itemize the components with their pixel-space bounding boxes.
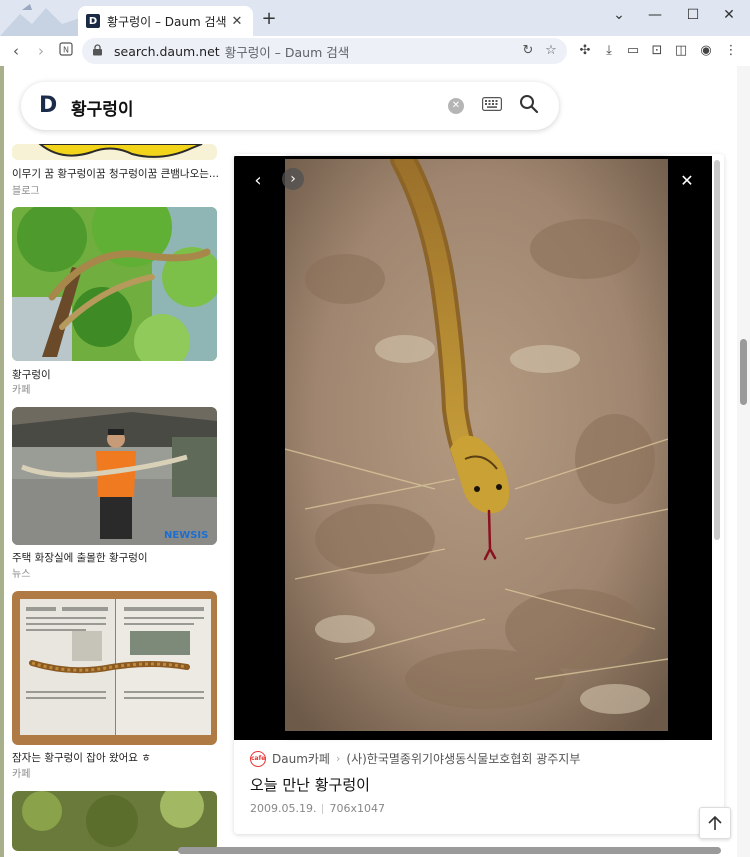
side-panel-icon[interactable]: ◫ [672,42,690,60]
back-arrow-icon[interactable]: ‹ [6,41,26,61]
previous-image-icon[interactable]: ‹ [248,170,268,192]
new-tab-button[interactable]: + [258,8,280,30]
clear-search-icon[interactable]: ✕ [448,98,464,114]
maximize-button[interactable]: ☐ [680,5,706,25]
address-bar[interactable]: search.daum.net 황구렁이 – Daum 검색 ↻ ☆ [82,38,567,64]
more-menu-icon[interactable]: ⋮ [722,42,740,60]
page-scrollbar-thumb[interactable] [740,339,747,405]
tab-search-chevron-icon[interactable]: ⌄ [606,5,632,25]
viewer-scrollbar[interactable] [714,160,720,540]
tab-close-icon[interactable]: ✕ [229,14,245,29]
snake-photo[interactable] [285,159,668,731]
page-scrollbar-track[interactable] [737,66,750,857]
url-domain: search.daum.net [114,43,220,59]
daum-logo-icon[interactable]: D [39,94,63,118]
bookmark-star-icon[interactable]: ☆ [542,42,560,60]
browser-toolbar: ‹ › N search.daum.net 황구렁이 – Daum 검색 ↻ ☆… [0,36,750,66]
image-size: 706x1047 [329,802,385,815]
result-thumbnail[interactable] [12,207,217,361]
theme-decoration [0,4,80,36]
site-info-icon[interactable]: N [56,41,76,61]
scroll-top-button[interactable] [699,807,731,839]
result-thumbnail[interactable]: NEWSIS [12,407,217,545]
result-thumbnail[interactable] [12,591,217,745]
extensions-icon[interactable]: ✣ [576,42,594,60]
keyboard-icon[interactable] [481,96,503,116]
search-input[interactable]: 황구렁이 [71,95,134,120]
horizontal-scrollbar-thumb[interactable] [178,847,721,854]
image-title[interactable]: 오늘 만난 황구렁이 [250,774,370,795]
next-image-icon[interactable]: › [282,168,304,190]
tab-title: 황구렁이 – Daum 검색 [107,14,227,29]
close-window-button[interactable]: ✕ [716,5,742,25]
newsis-watermark: NEWSIS [164,530,208,541]
image-source-row[interactable]: cafe Daum카페 › (사)한국멸종위기야생동식물보호협회 광주지부 [250,750,580,767]
reload-icon[interactable]: ↻ [519,42,537,60]
result-caption[interactable]: 이무기 꿈 황구렁이꿈 청구렁이꿈 큰뱀나오는... [12,166,227,181]
url-path: 황구렁이 – Daum 검색 [224,44,350,60]
image-date: 2009.05.19. [250,802,317,815]
browser-tab-bar: D 황구렁이 – Daum 검색 ✕ + ⌄ — ☐ ✕ [0,0,750,36]
lock-icon [92,43,106,59]
result-thumbnail[interactable] [12,144,217,160]
minimize-button[interactable]: — [642,5,668,25]
image-meta: 2009.05.19. 706x1047 [250,802,385,815]
page-content: D 황구렁이 ✕ 이무기 꿈 황구렁이꿈 청구렁이꿈 큰뱀나오는... 블로그 [0,66,750,857]
meta-divider [322,803,324,814]
forward-arrow-icon[interactable]: › [31,41,51,61]
result-source: 카페 [12,769,31,780]
result-caption[interactable]: 황구렁이 [12,367,227,382]
result-source: 카페 [12,385,31,396]
result-caption[interactable]: 잠자는 황구렁이 잡아 왔어요 ㅎ [12,750,227,765]
result-source: 블로그 [12,186,40,197]
search-box: D 황구렁이 ✕ [21,82,559,130]
result-caption[interactable]: 주택 화장실에 출몰한 황구렁이 [12,550,227,565]
daum-cafe-icon: cafe [250,750,266,767]
left-edge-strip [0,66,4,857]
svg-text:N: N [63,46,69,55]
result-source: 뉴스 [12,569,31,580]
screenshot-icon[interactable]: ⊡ [648,42,666,60]
breadcrumb-separator: › [335,752,341,765]
result-thumbnail[interactable] [12,791,217,851]
profile-icon[interactable]: ◉ [697,42,715,60]
cafe-name[interactable]: (사)한국멸종위기야생동식물보호협회 광주지부 [346,750,580,767]
search-icon[interactable] [518,94,540,116]
download-icon[interactable]: ⤓ [600,42,618,60]
source-name[interactable]: Daum카페 [272,750,330,767]
close-viewer-icon[interactable]: ✕ [677,170,697,192]
viewer-image-area: ‹ › ✕ [234,156,712,740]
browser-tab-active[interactable]: D 황구렁이 – Daum 검색 ✕ [78,6,253,36]
video-icon[interactable]: ▭ [624,42,642,60]
image-viewer: ‹ › ✕ cafe Daum카페 › (사)한국멸종위기야생동식물보호협회 광… [234,154,724,834]
daum-favicon-icon: D [86,14,100,28]
